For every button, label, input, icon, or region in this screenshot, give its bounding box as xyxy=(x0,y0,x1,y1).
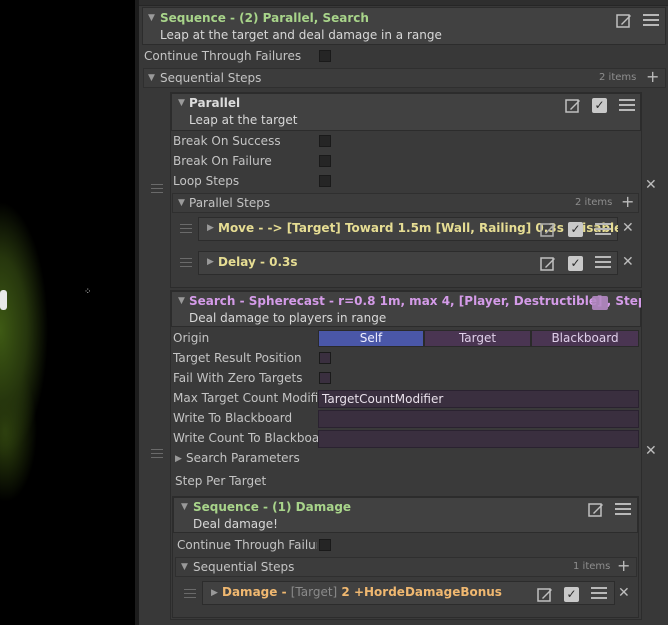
expand-arrow-icon[interactable]: ▶ xyxy=(175,454,182,464)
enabled-checkbox[interactable] xyxy=(592,296,608,310)
edit-icon[interactable] xyxy=(537,587,553,603)
step-per-target-label: Step Per Target xyxy=(175,474,267,488)
menu-icon[interactable] xyxy=(619,99,635,111)
expand-arrow-icon[interactable]: ▶ xyxy=(207,257,214,267)
drag-handle-icon[interactable] xyxy=(151,449,163,458)
menu-icon[interactable] xyxy=(615,503,631,515)
damage-step-prefix: Damage - xyxy=(222,585,291,599)
enabled-checkbox[interactable]: ✓ xyxy=(564,587,579,602)
menu-icon[interactable] xyxy=(595,256,611,268)
write-to-blackboard-label: Write To Blackboard xyxy=(173,411,293,425)
fail-with-zero-targets-label: Fail With Zero Targets xyxy=(173,371,303,385)
write-count-to-blackboard-field[interactable] xyxy=(318,430,639,448)
collapse-arrow-icon[interactable]: ▼ xyxy=(178,296,185,306)
write-to-blackboard-field[interactable] xyxy=(318,410,639,428)
break-on-success-label: Break On Success xyxy=(173,134,281,148)
loop-steps-checkbox[interactable] xyxy=(319,175,331,187)
drag-handle-icon[interactable] xyxy=(180,258,192,267)
collapse-arrow-icon[interactable]: ▼ xyxy=(181,562,188,572)
continue-through-failure-checkbox[interactable] xyxy=(319,539,331,551)
remove-icon[interactable]: ✕ xyxy=(622,221,634,235)
inspector-top-edge xyxy=(139,0,668,6)
collapse-arrow-icon[interactable]: ▼ xyxy=(178,198,185,208)
origin-option-target[interactable]: Target xyxy=(424,330,531,347)
menu-icon[interactable] xyxy=(591,587,607,599)
delay-step-title: Delay - 0.3s xyxy=(218,255,298,269)
parallel-description: Leap at the target xyxy=(189,113,298,127)
drag-handle-icon[interactable] xyxy=(151,184,163,193)
origin-option-self[interactable]: Self xyxy=(318,330,424,347)
damage-sequence-title: Sequence - (1) Damage xyxy=(193,500,352,514)
expand-arrow-icon[interactable]: ▶ xyxy=(211,588,218,598)
damage-step-value: 2 +HordeDamageBonus xyxy=(341,585,502,599)
items-count: 2 items xyxy=(599,72,637,83)
items-count: 2 items xyxy=(575,197,613,208)
break-on-failure-label: Break On Failure xyxy=(173,154,272,168)
root-sequence-title: Sequence - (2) Parallel, Search xyxy=(160,11,369,25)
scene-viewport xyxy=(0,0,135,625)
remove-icon[interactable]: ✕ xyxy=(618,586,630,600)
remove-icon[interactable]: ✕ xyxy=(622,255,634,269)
loop-steps-label: Loop Steps xyxy=(173,174,240,188)
add-icon[interactable]: + xyxy=(646,69,659,85)
root-sequence-description: Leap at the target and deal damage in a … xyxy=(160,28,442,42)
collapse-arrow-icon[interactable]: ▼ xyxy=(148,73,155,83)
damage-step-title: Damage - [Target] 2 +HordeDamageBonus xyxy=(222,585,502,599)
parallel-title: Parallel xyxy=(189,96,241,110)
origin-option-blackboard[interactable]: Blackboard xyxy=(531,330,639,347)
move-step-title: Move - -> [Target] Toward 1.5m [Wall, Ra… xyxy=(218,221,618,235)
scene-gizmo: ⁘ xyxy=(84,287,92,297)
drag-handle-icon[interactable] xyxy=(184,589,196,598)
collapse-arrow-icon[interactable]: ▼ xyxy=(178,98,185,108)
enabled-checkbox[interactable]: ✓ xyxy=(568,256,583,271)
search-title: Search - Spherecast - r=0.8 1m, max 4, [… xyxy=(189,294,641,308)
continue-through-failures-checkbox[interactable] xyxy=(319,50,331,62)
break-on-failure-checkbox[interactable] xyxy=(319,155,331,167)
remove-icon[interactable]: ✕ xyxy=(645,178,657,192)
fail-with-zero-targets-checkbox[interactable] xyxy=(319,372,331,384)
search-parameters-label[interactable]: Search Parameters xyxy=(186,451,300,465)
edit-icon[interactable] xyxy=(616,13,632,29)
sequential-steps-label: Sequential Steps xyxy=(160,71,262,85)
items-count: 1 items xyxy=(573,561,611,572)
expand-arrow-icon[interactable]: ▶ xyxy=(207,223,214,233)
edit-icon[interactable] xyxy=(588,502,604,518)
target-result-position-checkbox[interactable] xyxy=(319,352,331,364)
menu-icon[interactable] xyxy=(595,223,611,235)
collapse-arrow-icon[interactable]: ▼ xyxy=(148,13,155,23)
continue-through-failures-label: Continue Through Failures xyxy=(144,49,302,63)
menu-icon[interactable] xyxy=(643,14,659,26)
remove-icon[interactable]: ✕ xyxy=(645,444,657,458)
edit-icon[interactable] xyxy=(540,222,556,238)
drag-handle-icon[interactable] xyxy=(180,224,192,233)
target-result-position-label: Target Result Position xyxy=(173,351,302,365)
damage-sequence-description: Deal damage! xyxy=(193,517,278,531)
damage-step-target: [Target] xyxy=(290,585,338,599)
write-count-to-blackboard-label: Write Count To Blackboar xyxy=(173,431,318,445)
continue-through-failure-label: Continue Through Failure xyxy=(177,538,317,552)
add-icon[interactable]: + xyxy=(617,558,630,574)
add-icon[interactable]: + xyxy=(621,194,634,210)
max-target-count-label: Max Target Count Modifie xyxy=(173,391,318,405)
damage-steps-label: Sequential Steps xyxy=(193,560,295,574)
parallel-steps-label: Parallel Steps xyxy=(189,196,271,210)
scene-marker xyxy=(0,290,7,310)
break-on-success-checkbox[interactable] xyxy=(319,135,331,147)
origin-label: Origin xyxy=(173,331,210,345)
search-description: Deal damage to players in range xyxy=(189,311,387,325)
edit-icon[interactable] xyxy=(565,98,581,114)
max-target-count-field[interactable]: TargetCountModifier xyxy=(318,390,639,408)
edit-icon[interactable] xyxy=(540,256,556,272)
enabled-checkbox[interactable]: ✓ xyxy=(568,222,583,237)
collapse-arrow-icon[interactable]: ▼ xyxy=(181,502,188,512)
enabled-checkbox[interactable]: ✓ xyxy=(592,98,607,113)
